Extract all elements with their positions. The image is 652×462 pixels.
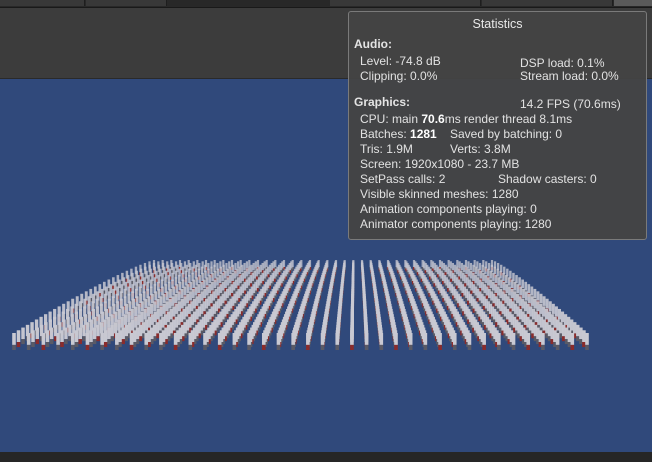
dsp-load: DSP load: 0.1% (520, 56, 605, 70)
character-figure (438, 333, 442, 350)
animation-components: Animation components playing: 0 (360, 202, 537, 216)
fps-readout: 14.2 FPS (70.6ms) (520, 97, 621, 111)
character-figure (579, 327, 583, 345)
tris-count: Tris: 1.9M (360, 142, 413, 156)
animator-components: Animator components playing: 1280 (360, 217, 552, 231)
character-figure (188, 333, 193, 350)
character-figure (129, 333, 134, 350)
character-figure (96, 324, 100, 342)
character-figure (232, 333, 237, 350)
cpu-timing: CPU: main 70.6ms render thread 8.1ms (360, 112, 572, 126)
character-figure (394, 333, 398, 350)
character-figure (49, 327, 54, 345)
visible-skinned-meshes: Visible skinned meshes: 1280 (360, 187, 519, 201)
character-figure (115, 333, 119, 350)
character-figure (379, 333, 384, 350)
character-figure (173, 333, 178, 350)
character-figure (335, 333, 340, 350)
character-figure (16, 330, 21, 348)
character-figure (82, 324, 86, 342)
character-figure (64, 327, 68, 345)
character-figure (541, 333, 545, 350)
character-figure (291, 333, 295, 350)
character-figure (121, 327, 125, 345)
character-figure (144, 333, 149, 350)
character-figure (261, 333, 266, 350)
character-figure (21, 327, 25, 345)
character-figure (364, 333, 369, 350)
screen-info: Screen: 1920x1080 - 23.7 MB (360, 157, 520, 171)
character-figure (85, 333, 90, 350)
character-figure (350, 333, 354, 350)
batches: Batches: 1281 (360, 127, 437, 141)
tab-scene[interactable] (0, 0, 85, 6)
stream-load: Stream load: 0.0% (520, 69, 619, 83)
tab-active[interactable] (614, 0, 652, 6)
character-figure (41, 333, 46, 350)
character-figure (31, 330, 35, 348)
character-figure (60, 330, 64, 348)
statistics-panel: Statistics Audio: Level: -74.8 dB DSP lo… (348, 11, 647, 240)
audio-level: Level: -74.8 dB (360, 54, 441, 68)
cpu-render-thread: ms render thread 8.1ms (444, 112, 573, 126)
character-figure (35, 327, 40, 345)
character-figure (103, 330, 108, 348)
setpass-calls: SetPass calls: 2 (360, 172, 446, 186)
character-figure (159, 333, 163, 350)
character-figure (320, 333, 325, 350)
editor-tab-bar (0, 0, 652, 8)
character-figure (555, 333, 560, 350)
character-figure (482, 333, 486, 350)
status-bar (0, 452, 652, 462)
character-figure (78, 327, 82, 345)
character-figure (423, 333, 428, 350)
character-figure (306, 333, 310, 350)
tab-asset-store[interactable] (330, 0, 481, 6)
character-figure (526, 333, 531, 350)
graphics-section-header: Graphics: (354, 95, 411, 109)
cpu-label: CPU: main (360, 112, 422, 126)
character-figure (582, 330, 586, 348)
statistics-title: Statistics (472, 17, 523, 31)
character-figure (570, 333, 575, 350)
character-figure (217, 333, 222, 350)
character-figure (26, 333, 31, 350)
character-figure (452, 333, 457, 350)
tab-game[interactable] (86, 0, 167, 6)
character-figure (89, 330, 93, 348)
batches-label: Batches: (360, 127, 411, 141)
character-figure (511, 333, 516, 350)
character-figure (203, 333, 207, 350)
character-figure (467, 333, 472, 350)
character-figure (100, 333, 104, 350)
batches-value: 1281 (410, 127, 437, 141)
character-figure (110, 324, 114, 342)
character-figure (12, 333, 16, 350)
character-figure (497, 333, 501, 350)
character-figure (124, 324, 129, 342)
character-figure (107, 327, 111, 345)
character-figure (92, 327, 97, 345)
audio-section-header: Audio: (354, 37, 392, 51)
tab-animator[interactable] (482, 0, 613, 6)
character-figure (576, 324, 580, 342)
audio-clipping: Clipping: 0.0% (360, 69, 438, 83)
character-figure (70, 333, 75, 350)
shadow-casters: Shadow casters: 0 (498, 172, 597, 186)
character-figure (585, 333, 589, 350)
character-figure (118, 330, 122, 348)
character-figure (408, 333, 413, 350)
cpu-main-value: 70.6 (421, 112, 445, 126)
character-figure (247, 333, 251, 350)
verts-count: Verts: 3.8M (450, 142, 511, 156)
character-figure (74, 330, 79, 348)
saved-by-batching: Saved by batching: 0 (450, 127, 563, 141)
character-figure (276, 333, 281, 350)
character-figure (56, 333, 60, 350)
character-figure (45, 330, 50, 348)
